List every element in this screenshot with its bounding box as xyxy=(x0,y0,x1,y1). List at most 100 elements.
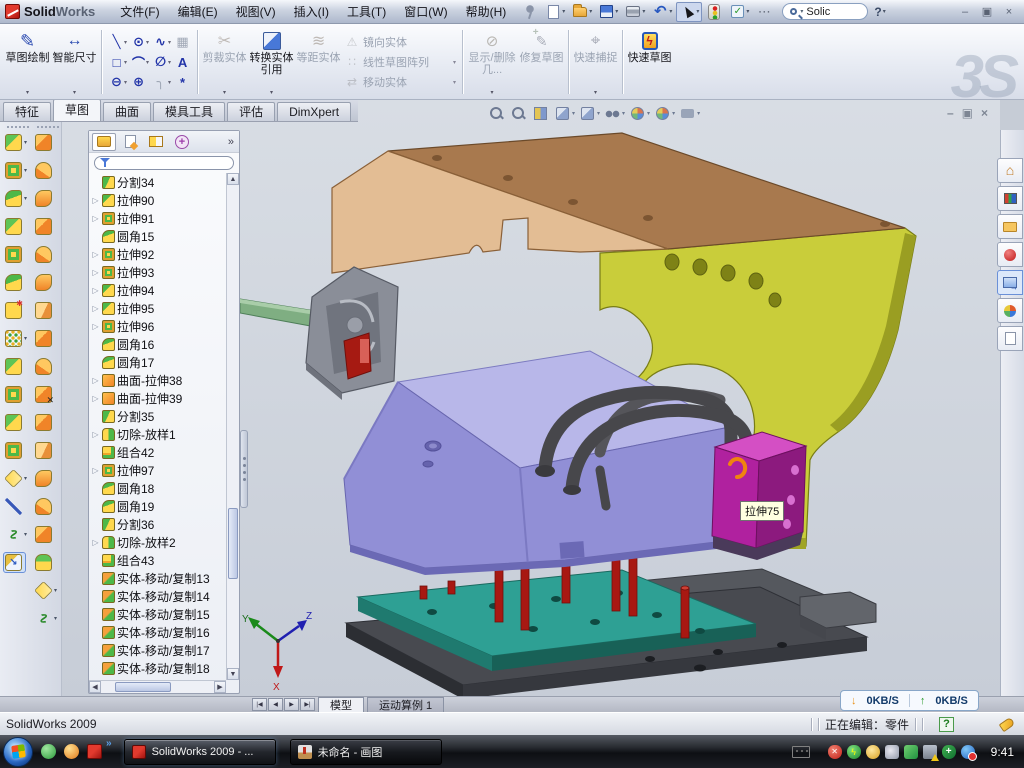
polygon-icon[interactable]: ⊕ xyxy=(129,72,151,92)
repair-sketch-button[interactable]: 修复草图 xyxy=(518,27,565,97)
taskbar-clock[interactable]: 9:41 xyxy=(991,745,1014,759)
tree-item[interactable]: 圆角17 xyxy=(91,353,226,371)
rapid-sketch-button[interactable]: 快速草图 xyxy=(626,27,673,97)
expand-arrow-icon[interactable]: ▷ xyxy=(91,304,100,313)
scroll-thumb[interactable] xyxy=(115,682,171,692)
draft-button[interactable] xyxy=(5,386,24,403)
search-caret-icon[interactable]: ▾ xyxy=(800,8,803,15)
lofted-surface-button[interactable] xyxy=(35,218,54,235)
scroll-down-icon[interactable]: ▼ xyxy=(227,668,239,680)
edit-appearance-icon[interactable]: ▾ xyxy=(629,105,650,122)
tree-item[interactable]: ▷ 拉伸96 xyxy=(91,317,226,335)
input-method-icon[interactable] xyxy=(792,746,810,758)
tree-item[interactable]: 组合42 xyxy=(91,443,226,461)
tree-item[interactable]: 组合43 xyxy=(91,551,226,569)
tab-nav-button[interactable]: ▶ xyxy=(284,698,299,711)
health-shield-icon[interactable] xyxy=(942,745,956,759)
menu-item[interactable]: 编辑(E) xyxy=(169,0,227,23)
zoom-fit-icon[interactable] xyxy=(488,105,506,122)
extend-surface-button[interactable] xyxy=(35,442,54,459)
antivirus-shield-icon[interactable] xyxy=(828,745,842,759)
quick-launch-chevron-icon[interactable]: » xyxy=(106,738,112,749)
messenger-icon[interactable] xyxy=(904,745,918,759)
document-tab[interactable]: 模型 xyxy=(318,697,364,712)
menu-item[interactable]: 文件(F) xyxy=(111,0,168,23)
tree-item[interactable]: ▷ 拉伸91 xyxy=(91,209,226,227)
planar-surface-button[interactable] xyxy=(35,302,54,319)
delete-face-button[interactable] xyxy=(35,386,54,403)
tab-nav-button[interactable]: ▶| xyxy=(300,698,315,711)
boundary-surface-button[interactable] xyxy=(35,246,54,263)
tree-item[interactable]: 实体-移动/复制14 xyxy=(91,587,226,605)
surface-curves-button[interactable]: ▾ xyxy=(35,610,57,627)
offset-entities-button[interactable]: 等距实体 xyxy=(295,27,342,97)
selection-box-icon[interactable]: ▦ xyxy=(173,32,192,52)
tree-item[interactable]: 圆角15 xyxy=(91,227,226,245)
fillet-button[interactable]: ▾ xyxy=(5,190,27,207)
line-icon[interactable]: ╲ ▾ xyxy=(107,32,129,52)
expand-arrow-icon[interactable]: ▷ xyxy=(91,538,100,547)
extruded-surface-button[interactable] xyxy=(35,134,54,151)
boundary-boss-button[interactable] xyxy=(5,274,24,291)
rectangle-icon[interactable]: □ ▾ xyxy=(107,52,129,72)
tree-item[interactable]: ▷ 拉伸90 xyxy=(91,191,226,209)
knit-surface-button[interactable] xyxy=(35,526,54,543)
tree-item[interactable]: 分割34 xyxy=(91,173,226,191)
file-explorer-tab[interactable] xyxy=(997,214,1023,239)
tree-item[interactable]: ▷ 拉伸93 xyxy=(91,263,226,281)
reference-geometry-button[interactable]: ▾ xyxy=(5,470,27,487)
expand-arrow-icon[interactable]: ▷ xyxy=(91,430,100,439)
menu-item[interactable]: 视图(V) xyxy=(227,0,285,23)
rebuild-traffic-light-icon[interactable] xyxy=(703,2,726,22)
command-tab[interactable]: 评估 xyxy=(227,102,275,121)
untrim-surface-button[interactable] xyxy=(35,498,54,515)
view-orientation-icon[interactable]: ▾ xyxy=(554,105,575,122)
tree-item[interactable]: 实体-移动/复制15 xyxy=(91,605,226,623)
taskbar-app-button[interactable]: SolidWorks 2009 - ... xyxy=(124,739,276,765)
ellipse-icon[interactable]: ∅ ▾ xyxy=(151,52,173,72)
rib-button[interactable] xyxy=(5,358,24,375)
filled-surface-button[interactable] xyxy=(35,274,54,291)
tree-filter-input[interactable] xyxy=(94,156,234,170)
expand-arrow-icon[interactable]: ▷ xyxy=(91,268,100,277)
tree-item[interactable]: ▷ 拉伸97 xyxy=(91,461,226,479)
quick-launch-app-icon[interactable] xyxy=(64,744,79,759)
command-tab[interactable]: 草图 xyxy=(53,99,101,121)
status-help-icon[interactable]: ? xyxy=(939,717,954,732)
document-tab[interactable]: 运动算例 1 xyxy=(367,697,444,712)
search-input[interactable]: ▾ Solic xyxy=(782,3,868,20)
volume-icon[interactable] xyxy=(885,745,899,759)
curves-button[interactable]: ▾ xyxy=(5,526,27,543)
reference-axis-button[interactable] xyxy=(5,498,24,515)
hide-show-items-icon[interactable]: ▾ xyxy=(604,105,625,122)
quick-snaps-button[interactable]: 快速捕捉 ▾ xyxy=(572,27,619,97)
appearances-tab[interactable] xyxy=(997,298,1023,323)
network-warning-icon[interactable] xyxy=(923,745,937,759)
hole-wizard-button[interactable] xyxy=(5,302,24,319)
print-icon[interactable]: ▾ xyxy=(622,2,648,21)
sketch-fillet-icon[interactable]: ╮ ▾ xyxy=(151,72,173,92)
tree-item[interactable]: 实体-移动/复制16 xyxy=(91,623,226,641)
solidworks-resources-tab[interactable] xyxy=(997,242,1023,267)
expand-arrow-icon[interactable]: ▷ xyxy=(91,322,100,331)
minimize-button[interactable]: – xyxy=(956,4,974,20)
expand-arrow-icon[interactable]: ▷ xyxy=(91,250,100,259)
tree-vertical-scrollbar[interactable]: ▲ ▼ xyxy=(226,173,239,680)
menu-item[interactable]: 窗口(W) xyxy=(395,0,456,23)
dropdown-caret-icon[interactable]: ▾ xyxy=(270,89,273,97)
expand-arrow-icon[interactable]: ▷ xyxy=(91,466,100,475)
tree-item[interactable]: ▷ 拉伸94 xyxy=(91,281,226,299)
panel-splitter[interactable] xyxy=(240,430,248,508)
toolbar-gripper[interactable] xyxy=(7,126,29,130)
command-tab[interactable]: 曲面 xyxy=(103,102,151,121)
select-arrow-icon[interactable]: ▾ xyxy=(676,2,702,22)
custom-properties-tab[interactable] xyxy=(997,326,1023,351)
expand-arrow-icon[interactable]: ▷ xyxy=(91,196,100,205)
tree-item[interactable]: ▷ 拉伸92 xyxy=(91,245,226,263)
new-document-icon[interactable]: ▾ xyxy=(543,2,568,22)
quick-launch-messenger-icon[interactable] xyxy=(41,744,56,759)
trim-entities-button[interactable]: 剪裁实体 ▾ xyxy=(201,27,248,97)
tree-item[interactable]: 圆角16 xyxy=(91,335,226,353)
point-icon[interactable]: * xyxy=(173,72,192,92)
replace-face-button[interactable] xyxy=(35,414,54,431)
